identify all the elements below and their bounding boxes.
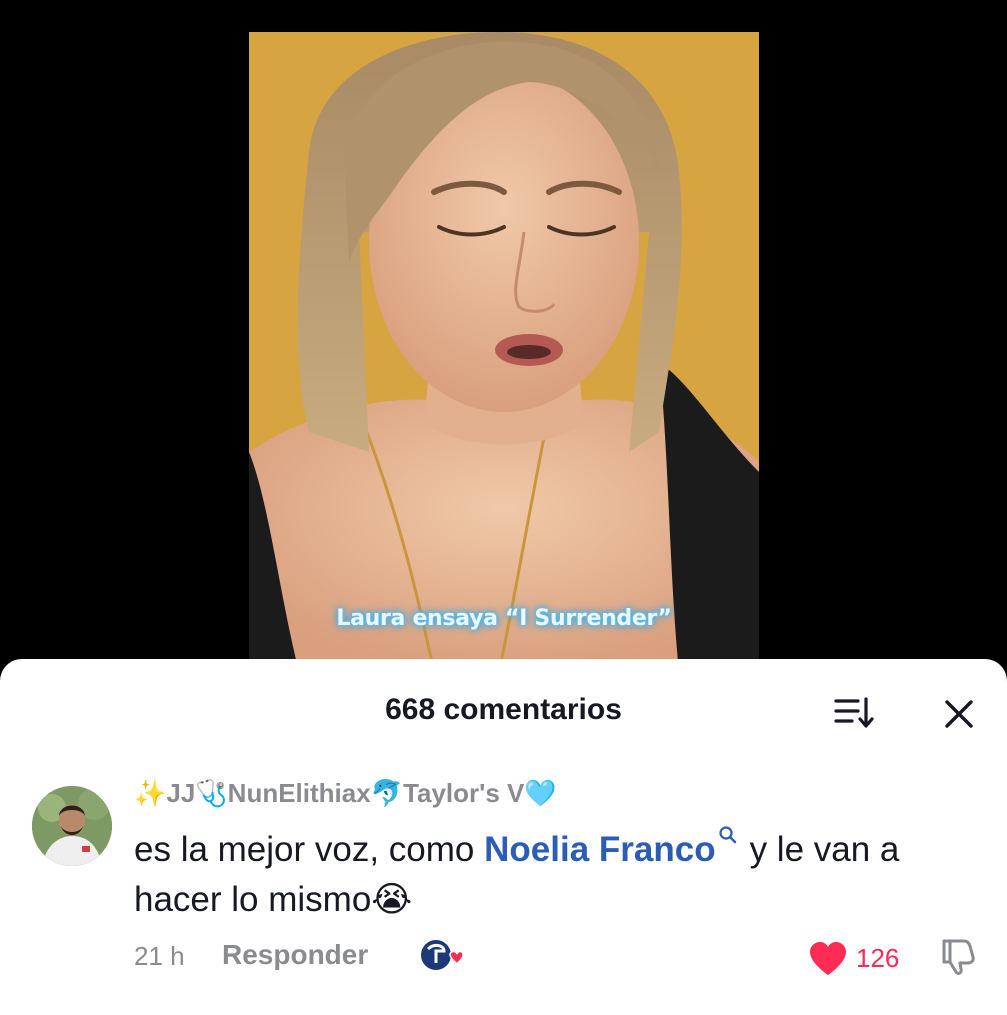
comment-timestamp: 21 h (134, 941, 185, 971)
video-frame-image (249, 32, 759, 672)
comments-sheet: 668 comentarios ✨JJ🩺NunElithiax🐬Taylor's… (0, 659, 1007, 1015)
close-button[interactable] (940, 695, 978, 733)
sort-button[interactable] (832, 695, 876, 731)
crying-emoji: 😭 (371, 880, 413, 919)
dislike-button[interactable] (938, 937, 978, 977)
sparkles-emoji: ✨ (134, 778, 167, 808)
username-text-3: Taylor's V (403, 778, 525, 808)
reply-button[interactable]: Responder (222, 939, 368, 971)
creator-avatar-heart-icon (421, 940, 464, 970)
like-count: 126 (856, 943, 900, 973)
username-text-2: NunElithiax (227, 778, 371, 808)
mention-search-icon[interactable] (718, 809, 738, 859)
sort-descending-icon (834, 697, 874, 728)
screen: Laura ensaya “I Surrender” 668 comentari… (0, 0, 1007, 1015)
comment-body: es la mejor voz, como Noelia Franco y le … (134, 825, 994, 925)
commenter-username[interactable]: ✨JJ🩺NunElithiax🐬Taylor's V🩵 (134, 778, 557, 809)
video-caption: Laura ensaya “I Surrender” (336, 606, 672, 631)
light-blue-heart-emoji: 🩵 (524, 778, 557, 808)
heart-filled-icon (810, 942, 846, 975)
comment-text-before: es la mejor voz, como (134, 830, 485, 869)
creator-liked-badge (420, 937, 464, 973)
mention-link[interactable]: Noelia Franco (484, 830, 715, 869)
stethoscope-emoji: 🩺 (195, 778, 228, 808)
commenter-avatar[interactable] (32, 786, 112, 866)
video-player[interactable]: Laura ensaya “I Surrender” (249, 32, 759, 672)
dolphin-emoji: 🐬 (370, 778, 404, 808)
avatar-image (32, 786, 112, 866)
thumbs-down-icon (942, 939, 975, 975)
username-text-1: JJ (166, 778, 196, 808)
like-button[interactable] (808, 941, 848, 977)
close-icon (945, 700, 973, 728)
